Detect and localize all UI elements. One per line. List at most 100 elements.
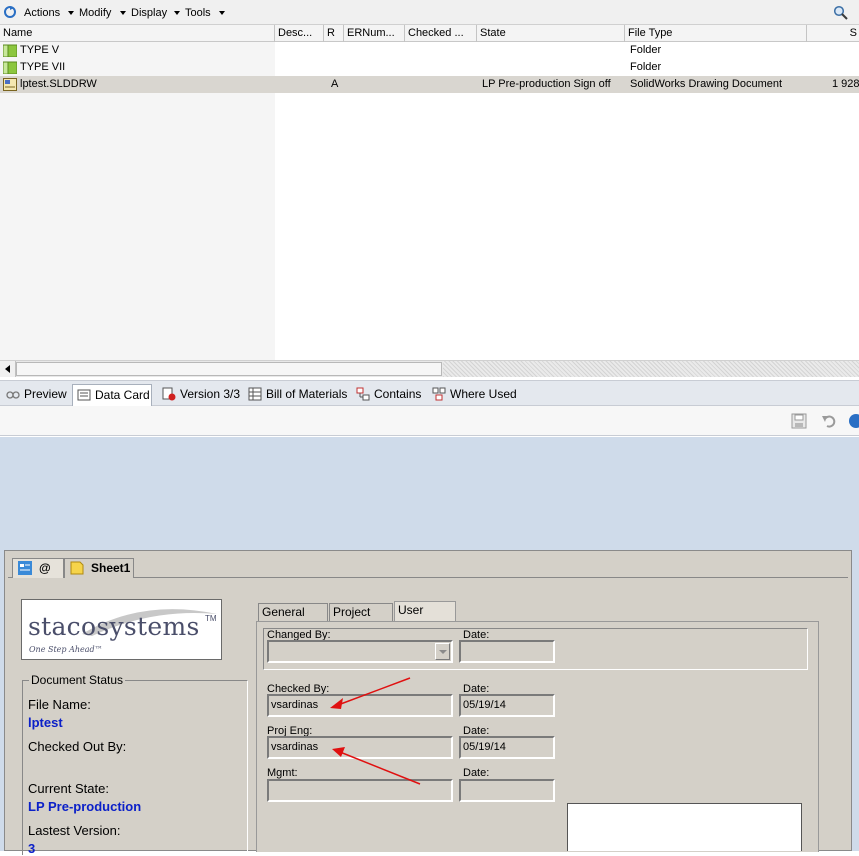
tab-preview[interactable]: Preview — [2, 384, 70, 406]
file-revision: A — [331, 78, 339, 90]
document-status-legend: Document Status — [29, 673, 126, 687]
actions-menu[interactable]: Actions — [24, 7, 60, 19]
data-card-toolbar — [0, 406, 859, 436]
latest-version-label: Lastest Version: — [28, 823, 121, 838]
proj-eng-field[interactable]: vsardinas — [267, 736, 453, 759]
tab-user-data[interactable]: User Data — [394, 601, 456, 633]
data-card-icon — [77, 389, 91, 401]
tab-data-card-label: Data Card — [95, 388, 150, 402]
tab-at-label: @ — [39, 561, 51, 575]
contains-icon — [356, 387, 370, 401]
file-name: lptest.SLDDRW — [20, 78, 97, 90]
preview-icon — [6, 391, 20, 399]
file-name: TYPE VII — [20, 61, 66, 73]
scrollbar-thumb[interactable] — [16, 362, 442, 376]
file-list-header: Name Desc... R ERNum... Checked ... Stat… — [0, 25, 859, 42]
tab-where-used-label: Where Used — [450, 387, 517, 401]
column-header-size[interactable]: S — [807, 25, 859, 42]
column-header-state[interactable]: State — [477, 25, 625, 42]
undo-icon[interactable] — [821, 413, 837, 429]
chevron-down-icon[interactable] — [120, 11, 126, 15]
tab-at[interactable]: @ — [12, 558, 64, 578]
tab-version-label: Version 3/3 — [180, 387, 241, 401]
help-icon[interactable] — [848, 413, 859, 429]
logo-tagline: One Step Ahead™ — [29, 645, 103, 654]
document-status-group: Document Status File Name: lptest Checke… — [22, 673, 248, 856]
file-row-type-v[interactable]: TYPE V Folder — [0, 42, 859, 59]
company-logo: stacosystems TM One Step Ahead™ — [21, 599, 222, 660]
tab-version[interactable]: Version 3/3 — [158, 384, 242, 406]
file-row-lptest[interactable]: lptest.SLDDRW A LP Pre-production Sign o… — [0, 76, 859, 93]
drawing-file-icon — [3, 78, 17, 91]
save-icon[interactable] — [791, 413, 807, 429]
chevron-down-icon[interactable] — [68, 11, 74, 15]
scroll-left-button[interactable] — [0, 361, 16, 377]
file-name-value: lptest — [28, 715, 63, 730]
tab-where-used[interactable]: Where Used — [428, 384, 518, 406]
file-type: Folder — [630, 44, 662, 56]
current-state-value: LP Pre-production — [28, 799, 142, 814]
toolbar: Actions Modify Display Tools — [0, 0, 859, 25]
tab-preview-label: Preview — [24, 387, 67, 401]
file-state: LP Pre-production Sign off — [482, 78, 611, 90]
column-header-checked-out[interactable]: Checked ... — [405, 25, 477, 42]
preview-tabstrip: Preview Data Card Version 3/3 Bill of Ma… — [0, 380, 859, 406]
horizontal-scrollbar[interactable] — [0, 360, 859, 377]
tab-bom-label: Bill of Materials — [266, 387, 348, 401]
folder-icon — [3, 44, 17, 57]
file-type: SolidWorks Drawing Document — [630, 78, 783, 90]
display-menu[interactable]: Display — [131, 7, 167, 19]
folder-icon — [3, 61, 17, 74]
data-card: @ Sheet1 stacosystems TM One Step Ahead™… — [4, 550, 852, 856]
card-icon — [18, 561, 32, 575]
mgmt-field[interactable] — [267, 779, 453, 802]
version-icon — [162, 387, 176, 401]
logo-text: stacosystems — [28, 612, 200, 641]
changed-by-combobox[interactable] — [267, 640, 453, 663]
sheet-icon — [70, 561, 84, 575]
chevron-down-icon[interactable] — [174, 11, 180, 15]
tab-bill-of-materials[interactable]: Bill of Materials — [244, 384, 348, 406]
tab-general-info[interactable]: General Info — [258, 603, 328, 635]
tools-menu[interactable]: Tools — [185, 7, 211, 19]
checked-by-field[interactable]: vsardinas — [267, 694, 453, 717]
data-card-tabs: General Info Project Info User Data — [258, 601, 458, 635]
scrollbar-track[interactable] — [443, 361, 859, 377]
tab-contains[interactable]: Contains — [352, 384, 426, 406]
tab-contains-label: Contains — [374, 387, 422, 401]
checked-date-field[interactable]: 05/19/14 — [459, 694, 555, 717]
column-header-file-type[interactable]: File Type — [625, 25, 807, 42]
card-tabbar: @ Sheet1 — [8, 554, 848, 578]
logo-trademark: TM — [205, 614, 217, 623]
refresh-icon[interactable] — [3, 5, 17, 19]
file-row-type-vii[interactable]: TYPE VII Folder — [0, 59, 859, 76]
file-name-label: File Name: — [28, 697, 91, 712]
where-used-icon — [432, 387, 446, 401]
column-header-revision[interactable]: R — [324, 25, 344, 42]
chevron-down-icon[interactable] — [435, 643, 450, 660]
modify-menu[interactable]: Modify — [79, 7, 111, 19]
file-size: 1 928 — [832, 78, 859, 90]
column-header-name[interactable]: Name — [0, 25, 275, 42]
mgmt-date-field[interactable] — [459, 779, 555, 802]
changed-date-field[interactable] — [459, 640, 555, 663]
tab-project-info[interactable]: Project Info — [329, 603, 393, 635]
file-name: TYPE V — [20, 44, 60, 56]
current-state-label: Current State: — [28, 781, 109, 796]
column-header-description[interactable]: Desc... — [275, 25, 324, 42]
chevron-left-icon — [5, 365, 10, 373]
proj-eng-date-field[interactable]: 05/19/14 — [459, 736, 555, 759]
tab-sheet1-label: Sheet1 — [91, 561, 131, 575]
column-header-ernumber[interactable]: ERNum... — [344, 25, 405, 42]
mgmt-label: Mgmt: — [267, 767, 298, 779]
file-type: Folder — [630, 61, 662, 73]
latest-version-value: 3 — [28, 841, 36, 856]
bill-of-materials-icon — [248, 387, 262, 401]
preview-box — [567, 803, 802, 851]
mgmt-date-label: Date: — [463, 767, 490, 779]
search-icon[interactable] — [833, 5, 849, 21]
checked-out-label: Checked Out By: — [28, 739, 127, 754]
chevron-down-icon[interactable] — [219, 11, 225, 15]
tab-sheet1[interactable]: Sheet1 — [64, 558, 134, 578]
tab-data-card[interactable]: Data Card — [72, 384, 152, 406]
